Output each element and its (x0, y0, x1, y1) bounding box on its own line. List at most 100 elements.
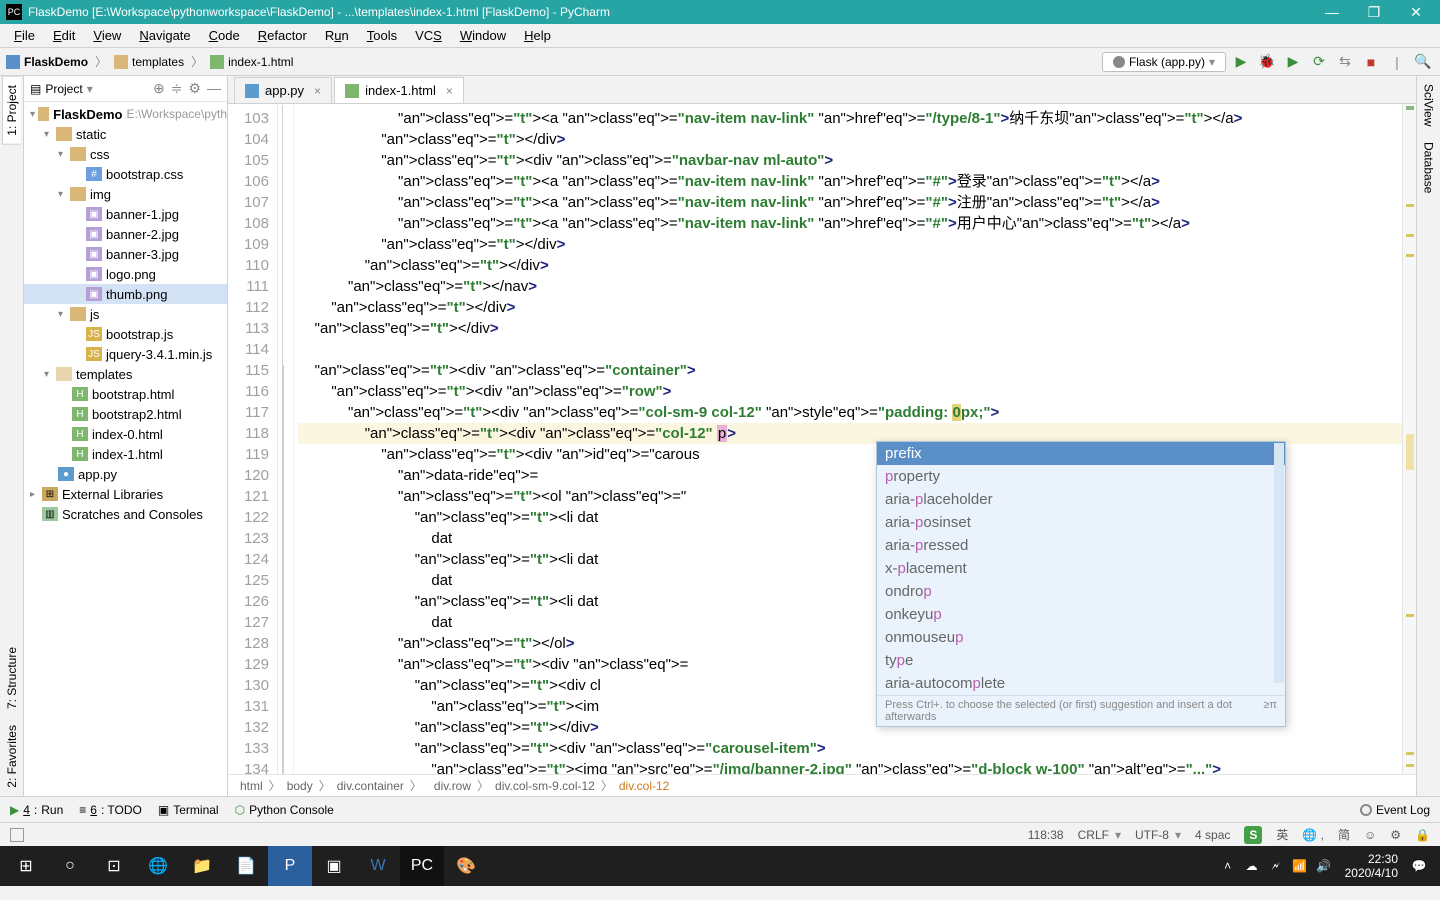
start-button[interactable]: ⊞ (4, 846, 48, 886)
paint-icon[interactable]: 🎨 (444, 846, 488, 886)
tree-file[interactable]: Hbootstrap2.html (24, 404, 227, 424)
tree-external-libraries[interactable]: ▸⊞External Libraries (24, 484, 227, 504)
tree-file-selected[interactable]: ▣thumb.png (24, 284, 227, 304)
chevron-down-icon[interactable]: ▾ (87, 82, 93, 96)
ime-widget[interactable]: 🌐 , (1302, 828, 1324, 842)
tool-run[interactable]: ▶4: Run (10, 803, 63, 817)
maximize-button[interactable]: ❐ (1360, 4, 1388, 21)
tree-file[interactable]: JSjquery-3.4.1.min.js (24, 344, 227, 364)
tray-up-icon[interactable]: ˄ (1219, 857, 1237, 875)
tray-power-icon[interactable]: 🗲 (1267, 857, 1285, 875)
crumb-row[interactable]: div.row (434, 779, 471, 793)
fold-column[interactable] (278, 104, 294, 774)
ime-lang[interactable]: 英 (1276, 826, 1288, 843)
task-view-icon[interactable]: ⊡ (92, 846, 136, 886)
tool-terminal[interactable]: ▣Terminal (158, 803, 219, 817)
tree-file[interactable]: JSbootstrap.js (24, 324, 227, 344)
project-tree[interactable]: ▾FlaskDemoE:\Workspace\pyth ▾static ▾css… (24, 102, 227, 796)
cursor-position[interactable]: 118:38 (1028, 828, 1064, 842)
nav-breadcrumb[interactable]: FlaskDemo 〉 templates 〉 index-1.html (6, 53, 293, 70)
taskbar-clock[interactable]: 22:30 2020/4/10 (1339, 852, 1404, 880)
indent-setting[interactable]: 4 spac (1195, 828, 1230, 842)
line-separator[interactable]: CRLF (1078, 828, 1121, 842)
tree-folder-css[interactable]: ▾css (24, 144, 227, 164)
profile-button[interactable]: ⟳ (1308, 51, 1330, 73)
tab-favorites[interactable]: 2: Favorites (3, 717, 21, 796)
menu-window[interactable]: Window (452, 26, 514, 45)
menu-vcs[interactable]: VCS (407, 26, 450, 45)
tree-file[interactable]: ▣banner-1.jpg (24, 204, 227, 224)
tool-todo[interactable]: ≡6: TODO (79, 803, 142, 817)
crumb-file[interactable]: index-1.html (228, 55, 293, 69)
event-log[interactable]: Event Log (1360, 803, 1430, 817)
explorer-icon[interactable]: 📁 (180, 846, 224, 886)
tab-sciview[interactable]: SciView (1420, 76, 1438, 134)
notepad-icon[interactable]: 📄 (224, 846, 268, 886)
tool-python-console[interactable]: ⬡Python Console (235, 803, 334, 817)
close-tab-icon[interactable]: × (446, 84, 453, 98)
tree-folder-js[interactable]: ▾js (24, 304, 227, 324)
code-completion-popup[interactable]: prefixpropertyaria-placeholderaria-posin… (876, 441, 1286, 727)
tree-file[interactable]: Hbootstrap.html (24, 384, 227, 404)
tree-root[interactable]: ▾FlaskDemoE:\Workspace\pyth (24, 104, 227, 124)
menu-help[interactable]: Help (516, 26, 559, 45)
tree-scratches[interactable]: ▥Scratches and Consoles (24, 504, 227, 524)
hide-icon[interactable]: — (207, 80, 221, 97)
attach-button[interactable]: ⇆ (1334, 51, 1356, 73)
tree-folder-static[interactable]: ▾static (24, 124, 227, 144)
tab-index-1-html[interactable]: index-1.html× (334, 77, 464, 103)
crumb-project[interactable]: FlaskDemo (24, 55, 88, 69)
tree-file[interactable]: #bootstrap.css (24, 164, 227, 184)
tray-wifi-icon[interactable]: 📶 (1291, 857, 1309, 875)
close-tab-icon[interactable]: × (314, 84, 321, 98)
ime-simp[interactable]: 简 (1338, 826, 1350, 843)
cortana-icon[interactable]: ○ (48, 846, 92, 886)
tray-cloud-icon[interactable]: ☁ (1243, 857, 1261, 875)
app-p-icon[interactable]: P (268, 846, 312, 886)
system-tray[interactable]: ˄ ☁ 🗲 📶 🔊 22:30 2020/4/10 💬 (1219, 852, 1436, 880)
run-config-selector[interactable]: Flask (app.py) ▾ (1102, 52, 1226, 72)
ime-gear[interactable]: ⚙ (1390, 828, 1401, 842)
run-button[interactable]: ▶ (1230, 51, 1252, 73)
menu-edit[interactable]: Edit (45, 26, 83, 45)
run-coverage-button[interactable]: ▶ (1282, 51, 1304, 73)
search-button[interactable]: 🔍 (1412, 51, 1434, 73)
tab-structure[interactable]: 7: Structure (3, 639, 21, 717)
editor-body[interactable]: 1031041051061071081091101111121131141151… (228, 104, 1416, 774)
crumb-body[interactable]: body (287, 779, 313, 793)
tree-file[interactable]: ▣logo.png (24, 264, 227, 284)
tree-file[interactable]: ●app.py (24, 464, 227, 484)
status-icon[interactable] (10, 828, 24, 842)
pycharm-icon[interactable]: PC (400, 846, 444, 886)
tree-file[interactable]: ▣banner-3.jpg (24, 244, 227, 264)
popup-scrollbar[interactable] (1274, 443, 1284, 683)
tree-file[interactable]: Hindex-0.html (24, 424, 227, 444)
tree-file[interactable]: Hindex-1.html (24, 444, 227, 464)
menu-file[interactable]: File (6, 26, 43, 45)
menu-tools[interactable]: Tools (359, 26, 405, 45)
stop-button[interactable]: ■ (1360, 51, 1382, 73)
minimize-button[interactable]: — (1318, 4, 1346, 21)
crumb-html[interactable]: html (240, 779, 263, 793)
tree-file[interactable]: ▣banner-2.jpg (24, 224, 227, 244)
crumb-col-12[interactable]: div.col-12 (619, 779, 669, 793)
close-button[interactable]: ✕ (1402, 4, 1430, 21)
crumb-folder[interactable]: templates (132, 55, 184, 69)
ime-smile[interactable]: ☺ (1364, 828, 1376, 842)
editor-scrollbar[interactable] (1402, 104, 1416, 774)
file-encoding[interactable]: UTF-8 (1135, 828, 1181, 842)
crumb-col-9[interactable]: div.col-sm-9.col-12 (495, 779, 595, 793)
settings-icon[interactable]: ⚙ (188, 80, 201, 97)
chrome-icon[interactable]: 🌐 (136, 846, 180, 886)
debug-button[interactable]: 🐞 (1256, 51, 1278, 73)
tree-folder-img[interactable]: ▾img (24, 184, 227, 204)
tab-app-py[interactable]: app.py× (234, 77, 332, 103)
lock-icon[interactable]: 🔒 (1415, 828, 1430, 842)
scroll-from-source-icon[interactable]: ⊕ (153, 80, 165, 97)
tree-folder-templates[interactable]: ▾templates (24, 364, 227, 384)
menu-run[interactable]: Run (317, 26, 357, 45)
notifications-icon[interactable]: 💬 (1410, 857, 1428, 875)
tray-volume-icon[interactable]: 🔊 (1315, 857, 1333, 875)
menu-code[interactable]: Code (201, 26, 248, 45)
menu-view[interactable]: View (85, 26, 129, 45)
